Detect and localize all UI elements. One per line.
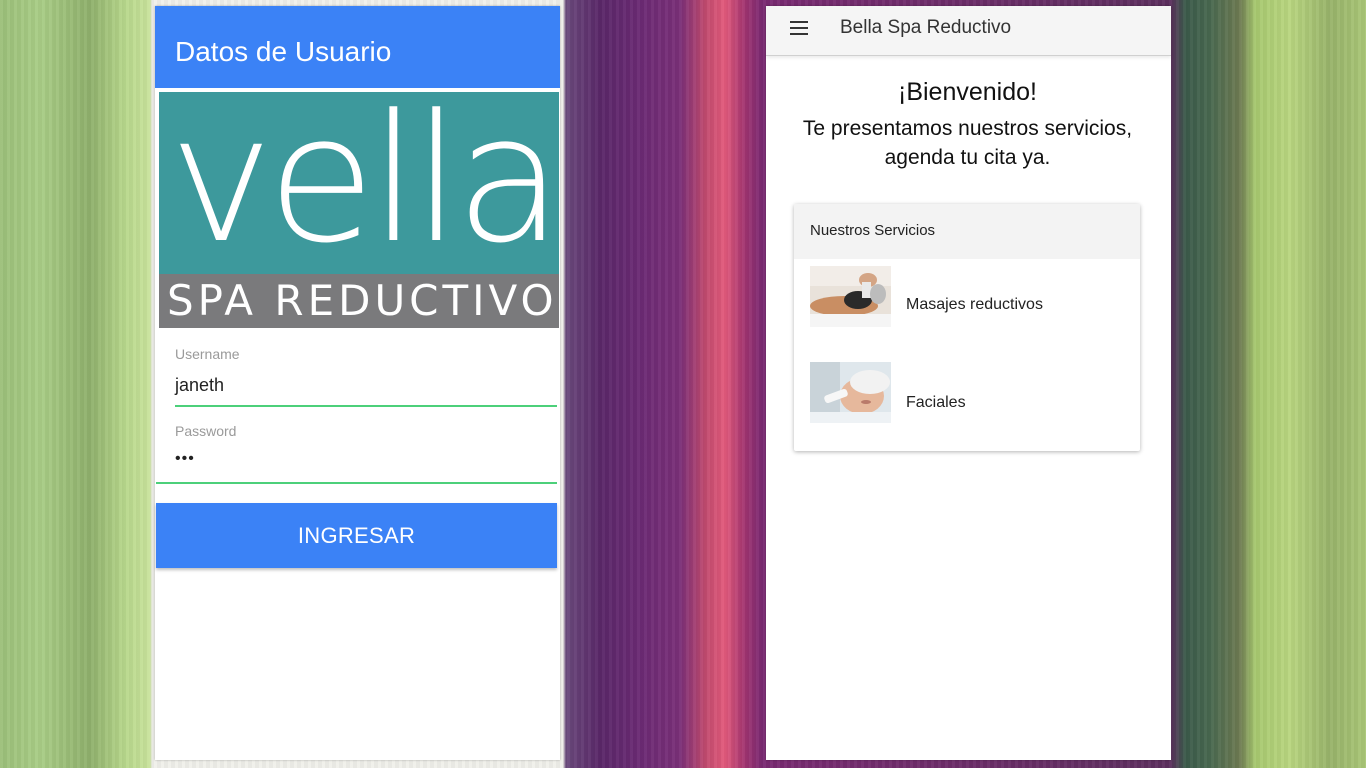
facial-photo-icon	[810, 362, 891, 423]
password-label: Password	[175, 423, 237, 439]
hamburger-menu-icon[interactable]	[790, 20, 810, 40]
login-title: Datos de Usuario	[175, 36, 392, 67]
login-screen: Datos de Usuario vella SPA REDUCTIVO Use…	[155, 6, 560, 760]
intro-line-2: agenda tu cita ya.	[884, 146, 1051, 169]
home-screen: Bella Spa Reductivo ¡Bienvenido! Te pres…	[766, 6, 1171, 760]
password-input[interactable]: •••	[175, 450, 195, 468]
toolbar-title: Bella Spa Reductivo	[840, 17, 1012, 38]
service-label-masajes: Masajes reductivos	[906, 296, 1043, 313]
vella-logo: vella SPA REDUCTIVO	[159, 92, 559, 328]
intro-text: Te presentamos nuestros servicios, agend…	[766, 114, 1169, 172]
service-item-masajes[interactable]: Masajes reductivos	[794, 259, 1140, 349]
logo-tagline: SPA REDUCTIVO	[167, 276, 558, 325]
login-header: Datos de Usuario	[155, 6, 560, 88]
username-label: Username	[175, 346, 240, 362]
logo-wordmark: vella	[169, 92, 559, 274]
ingresar-button[interactable]: INGRESAR	[156, 503, 557, 568]
username-input[interactable]: janeth	[175, 375, 224, 396]
intro-line-1: Te presentamos nuestros servicios,	[802, 117, 1133, 140]
services-card: Nuestros Servicios Masajes reductivos Fa…	[794, 204, 1140, 451]
username-underline	[175, 405, 557, 407]
logo-wordmark-area: vella	[159, 92, 559, 274]
service-label-faciales: Faciales	[906, 394, 966, 411]
welcome-heading: ¡Bienvenido!	[898, 78, 1037, 106]
logo-tagline-area: SPA REDUCTIVO	[159, 274, 559, 328]
massage-photo-icon	[810, 266, 891, 327]
password-underline	[156, 482, 557, 484]
service-item-faciales[interactable]: Faciales	[794, 356, 1140, 446]
app-toolbar: Bella Spa Reductivo	[766, 6, 1171, 56]
services-card-header: Nuestros Servicios	[794, 204, 1140, 259]
services-header-label: Nuestros Servicios	[810, 222, 936, 239]
